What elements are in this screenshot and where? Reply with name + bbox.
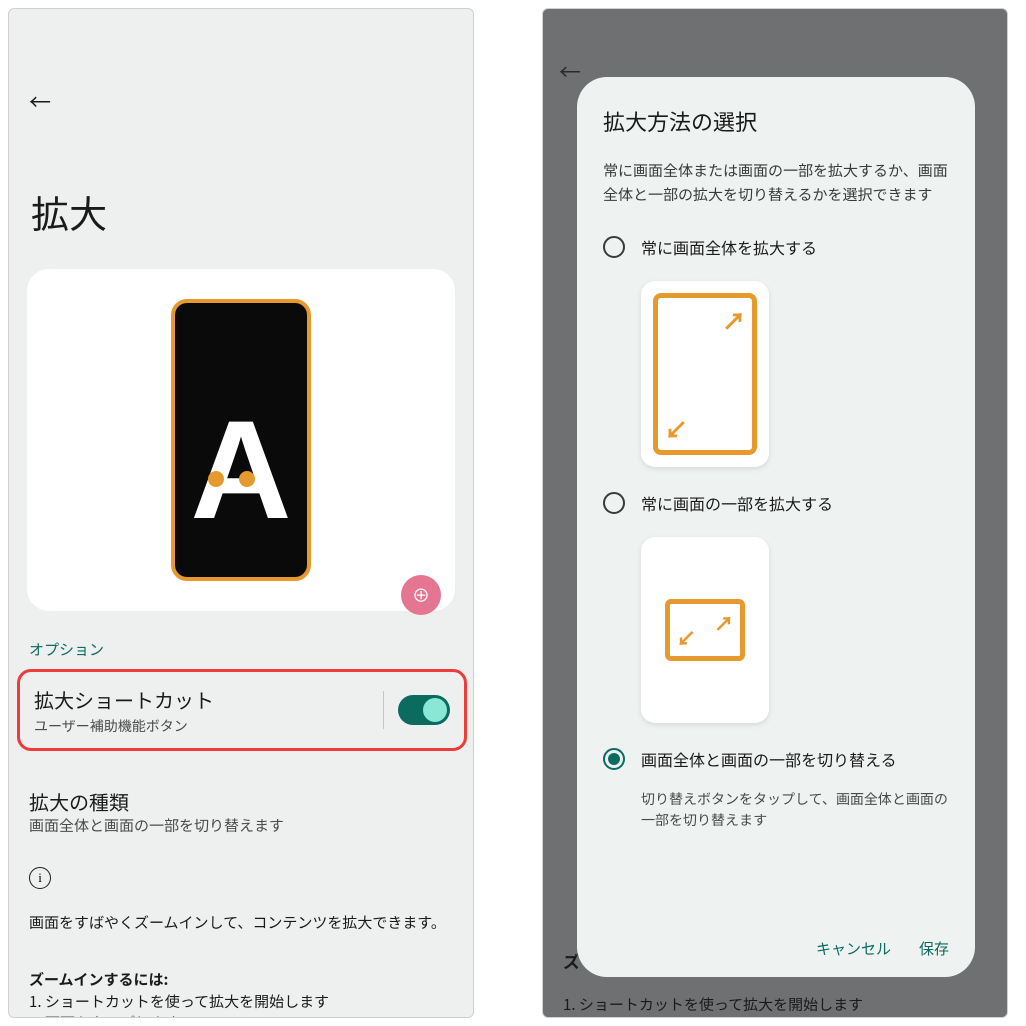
dialog-title: 拡大方法の選択 (603, 105, 949, 137)
radio-label: 常に画面の一部を拡大する (641, 491, 833, 515)
magnification-method-dialog: 拡大方法の選択 常に画面全体または画面の一部を拡大するか、画面全体と一部の拡大を… (577, 77, 975, 977)
radio-icon (603, 492, 625, 514)
shortcut-subtitle: ユーザー補助機能ボタン (34, 716, 375, 736)
back-arrow-icon: ← (559, 55, 581, 87)
full-frame-icon: ↗ ↙ (653, 293, 757, 455)
back-arrow-icon[interactable]: ← (29, 85, 51, 117)
shortcut-toggle[interactable] (398, 695, 450, 725)
zoom-in-steps: 1. ショートカットを使って拡大を開始します 2. 画面をタップします (29, 991, 329, 1018)
cancel-button[interactable]: キャンセル (816, 938, 891, 959)
settings-screen-dialog: ← ズームインするには: 1. ショートカットを使って拡大を開始します 拡大方法… (542, 8, 1008, 1018)
zoom-fab-button[interactable]: ⊕ (401, 575, 441, 615)
shortcut-title: 拡大ショートカット (34, 685, 375, 714)
divider (383, 691, 384, 729)
radio-label: 画面全体と画面の一部を切り替える (641, 747, 897, 771)
zoom-in-heading: ズームインするには: (29, 969, 168, 990)
options-section-label: オプション (29, 639, 104, 660)
page-title: 拡大 (31, 184, 107, 239)
full-screen-illustration: ↗ ↙ (641, 281, 769, 467)
magnification-preview-card: A ⊕ (27, 269, 455, 611)
info-icon: i (29, 867, 51, 889)
zoom-plus-icon: ⊕ (412, 582, 430, 608)
arrow-sw-icon: ↙ (664, 411, 688, 446)
zoom-step-2: 2. 画面をタップします (29, 1012, 329, 1018)
magnification-shortcut-row[interactable]: 拡大ショートカット ユーザー補助機能ボタン (17, 669, 467, 751)
dot-icon (208, 471, 224, 487)
phone-mock-icon: A (171, 299, 311, 581)
settings-screen-magnification: ← 拡大 A ⊕ オプション 拡大ショートカット ユーザー補助機能ボタン 拡大の… (8, 8, 474, 1018)
radio-option-switch[interactable]: 画面全体と画面の一部を切り替える (603, 747, 949, 771)
arrow-sw-icon: ↙ (676, 623, 696, 652)
radio-label: 常に画面全体を拡大する (641, 235, 817, 259)
bg-zoom-step: 1. ショートカットを使って拡大を開始します (563, 994, 863, 1015)
info-text: 画面をすばやくズームインして、コンテンツを拡大できます。 (29, 912, 457, 935)
magnify-type-title[interactable]: 拡大の種類 (29, 787, 129, 816)
magnify-type-subtitle: 画面全体と画面の一部を切り替えます (29, 815, 284, 836)
radio-option-partial-screen[interactable]: 常に画面の一部を拡大する (603, 491, 949, 515)
radio-icon (603, 236, 625, 258)
arrow-ne-icon: ↗ (722, 302, 746, 337)
radio-selected-icon (603, 748, 625, 770)
partial-frame-icon: ↗ ↙ (665, 599, 745, 661)
radio-option-full-screen[interactable]: 常に画面全体を拡大する (603, 235, 949, 259)
shortcut-text: 拡大ショートカット ユーザー補助機能ボタン (34, 685, 375, 736)
partial-screen-illustration: ↗ ↙ (641, 537, 769, 723)
dialog-button-row: キャンセル 保存 (603, 922, 949, 959)
letter-a-icon: A (190, 400, 291, 540)
zoom-step-1: 1. ショートカットを使って拡大を開始します (29, 991, 329, 1012)
arrow-ne-icon: ↗ (714, 608, 734, 637)
radio-sub-description: 切り替えボタンをタップして、画面全体と画面の一部を切り替えます (641, 789, 949, 831)
dot-icon (239, 471, 255, 487)
save-button[interactable]: 保存 (919, 938, 949, 959)
dialog-description: 常に画面全体または画面の一部を拡大するか、画面全体と一部の拡大を切り替えるかを選… (603, 159, 949, 207)
